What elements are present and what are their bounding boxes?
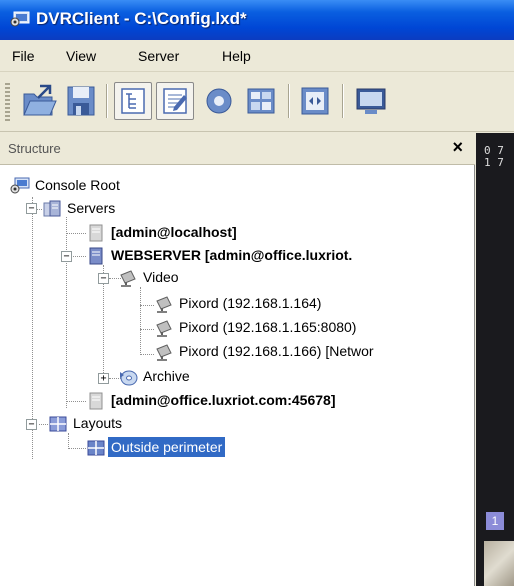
webserver-collapse-toggle[interactable]: − xyxy=(61,251,72,262)
panel-title: Structure xyxy=(8,141,61,156)
tree-node-camera[interactable]: Pixord (192.168.1.164) xyxy=(154,293,475,315)
save-icon xyxy=(67,86,95,116)
tree-label: Pixord (192.168.1.164) xyxy=(179,295,322,311)
archive-disc-icon xyxy=(120,370,138,386)
tree-label: [admin@office.luxriot.com:45678] xyxy=(111,392,336,408)
toolbar-separator xyxy=(288,84,290,118)
console-root-icon xyxy=(10,177,30,194)
tree-connector xyxy=(66,233,86,234)
layouts-collapse-toggle[interactable]: − xyxy=(26,419,37,430)
tree-connector xyxy=(140,305,154,306)
layout-icon xyxy=(247,88,275,114)
tree-label: Console Root xyxy=(35,177,120,193)
panel-header: Structure × xyxy=(0,133,475,165)
close-icon[interactable]: × xyxy=(452,138,463,156)
tree-node-server-office[interactable]: [admin@office.luxriot.com:45678] xyxy=(86,390,475,412)
tree-node-layout-outside-perimeter[interactable]: Outside perimeter xyxy=(86,437,336,459)
toolbar xyxy=(0,72,514,132)
servers-group-icon xyxy=(43,200,61,217)
server-offline-icon xyxy=(89,224,103,242)
properties-view-button[interactable] xyxy=(156,82,194,120)
menu-file[interactable]: File xyxy=(12,48,35,64)
video-view-area[interactable]: 0 7 1 7 1 xyxy=(476,133,514,586)
window-title: DVRClient - C:\Config.lxd* xyxy=(36,9,247,28)
tree-node-server-localhost[interactable]: [admin@localhost] xyxy=(86,222,386,244)
tree-node-servers[interactable]: Servers xyxy=(42,198,242,220)
tree-label: Outside perimeter xyxy=(108,437,226,457)
tree-node-camera[interactable]: Pixord (192.168.1.166) [Networ xyxy=(154,341,475,363)
menu-view[interactable]: View xyxy=(66,48,96,64)
server-online-icon xyxy=(89,247,103,265)
fullscreen-button[interactable] xyxy=(296,82,334,120)
monitor-button[interactable] xyxy=(352,82,390,120)
open-folder-icon xyxy=(23,84,57,116)
layouts-group-icon xyxy=(49,416,67,432)
tree-connector xyxy=(66,401,86,402)
ptz-button[interactable] xyxy=(200,82,238,120)
properties-view-icon xyxy=(163,88,187,114)
tree-connector xyxy=(39,424,48,425)
server-offline-icon xyxy=(89,392,103,410)
tree-connector xyxy=(68,448,86,449)
fullscreen-icon xyxy=(301,87,329,115)
camera-number-badge: 1 xyxy=(486,512,504,530)
camera-group-icon xyxy=(120,270,136,287)
tree-connector xyxy=(68,433,69,449)
menu-server[interactable]: Server xyxy=(138,48,179,64)
tree-connector xyxy=(66,217,67,408)
tree-node-webserver[interactable]: WEBSERVER [admin@office.luxriot. xyxy=(86,245,475,267)
title-bar: DVRClient - C:\Config.lxd* xyxy=(0,0,514,40)
tree-label: [admin@localhost] xyxy=(111,224,237,240)
tree-node-video[interactable]: Video xyxy=(118,267,318,289)
video-thumbnail[interactable] xyxy=(484,541,514,586)
camera-icon xyxy=(156,344,172,361)
tree-label: Servers xyxy=(67,200,116,216)
menu-help[interactable]: Help xyxy=(222,48,251,64)
toolbar-separator xyxy=(342,84,344,118)
structure-view-button[interactable] xyxy=(114,82,152,120)
tree-node-camera[interactable]: Pixord (192.168.1.165:8080) xyxy=(154,317,475,339)
tree-label: Archive xyxy=(143,368,190,384)
camera-icon xyxy=(156,296,172,313)
tree-connector xyxy=(140,329,154,330)
tree-node-layouts[interactable]: Layouts xyxy=(48,413,248,435)
menu-bar: File View Server Help xyxy=(0,40,514,72)
toolbar-grip[interactable] xyxy=(5,83,10,121)
ptz-icon xyxy=(206,88,232,114)
structure-panel: Structure × Console Root − Servers [admi… xyxy=(0,133,475,586)
tree-label: Video xyxy=(143,269,179,285)
tree-connector xyxy=(140,354,154,355)
video-collapse-toggle[interactable]: − xyxy=(98,273,109,284)
structure-view-icon xyxy=(121,88,145,114)
tree-label: Layouts xyxy=(73,415,123,431)
structure-tree: Console Root − Servers [admin@localhost]… xyxy=(0,165,475,586)
servers-collapse-toggle[interactable]: − xyxy=(26,203,37,214)
camera-icon xyxy=(156,320,172,337)
layout-button[interactable] xyxy=(242,82,280,120)
monitor-icon xyxy=(356,88,386,114)
dvrclient-app-icon xyxy=(10,11,30,27)
tree-label: Pixord (192.168.1.166) [Networ xyxy=(179,343,374,359)
tree-label: WEBSERVER [admin@office.luxriot. xyxy=(111,247,353,263)
layout-grid-icon xyxy=(87,440,105,456)
tree-node-console-root[interactable]: Console Root xyxy=(10,175,210,197)
toolbar-separator xyxy=(106,84,108,118)
archive-expand-toggle[interactable]: + xyxy=(98,373,109,384)
video-osd-text: 0 7 1 7 xyxy=(484,144,504,169)
tree-connector xyxy=(73,256,86,257)
open-button[interactable] xyxy=(20,82,58,120)
tree-connector xyxy=(140,287,141,355)
tree-label: Pixord (192.168.1.165:8080) xyxy=(179,319,357,335)
save-button[interactable] xyxy=(62,82,100,120)
tree-node-archive[interactable]: Archive xyxy=(118,366,318,388)
